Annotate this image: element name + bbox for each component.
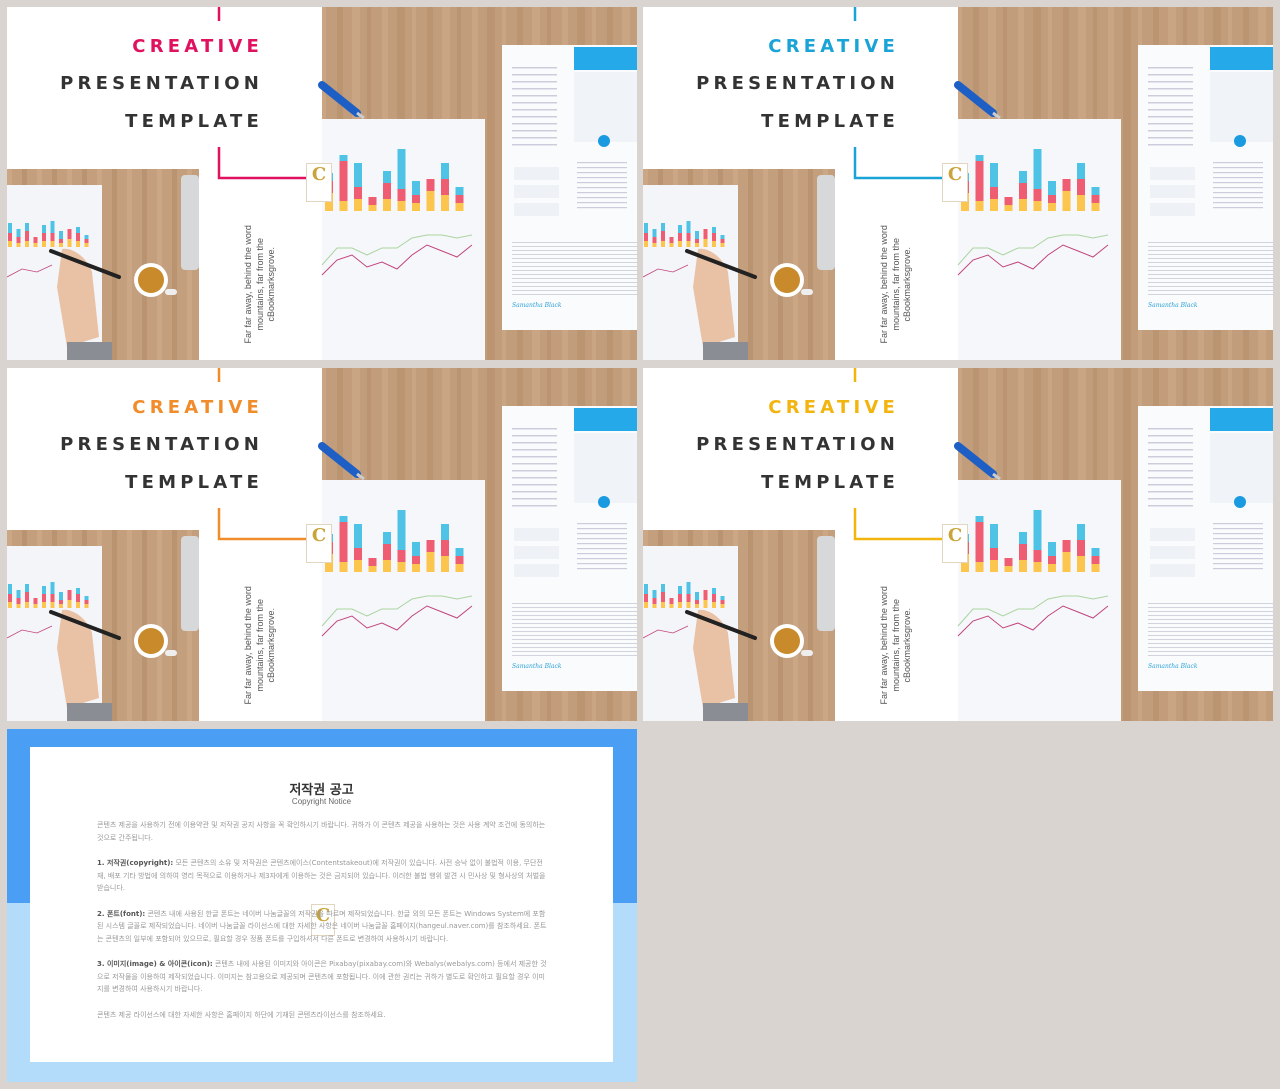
side-caption: Far far away, behind the word mountains,…	[878, 225, 912, 344]
side-caption: Far far away, behind the word mountains,…	[878, 586, 912, 705]
svg-text:Samantha Black: Samantha Black	[1148, 302, 1198, 309]
svg-text:Samantha Black: Samantha Black	[512, 663, 562, 670]
svg-text:Samantha Black: Samantha Black	[512, 302, 562, 309]
copyright-footer: 콘텐츠 제공 라이선스에 대한 자세한 사항은 홈페이지 하단에 기재된 콘텐츠…	[97, 1010, 386, 1019]
copyright-intro: 콘텐츠 제공을 사용하기 전에 이용약관 및 저작권 공지 사항을 꼭 확인하시…	[97, 821, 546, 842]
title-creative: CREATIVE	[132, 397, 263, 418]
title-presentation: PRESENTATION	[60, 434, 263, 455]
slide-thumbnail-4[interactable]: Samantha Black CREATIVE PRESENTATION TEMPLA…	[643, 368, 1273, 721]
copyright-item: 3. 이미지(image) & 아이콘(icon): 콘텐츠 내에 사용된 이미…	[97, 960, 547, 993]
title-creative: CREATIVE	[132, 36, 263, 57]
title-template: TEMPLATE	[761, 111, 899, 132]
brand-logo: C	[306, 163, 332, 202]
title-template: TEMPLATE	[761, 472, 899, 493]
brand-logo: C	[942, 524, 968, 563]
slide-thumbnail-copyright[interactable]: 저작권 공고 Copyright Notice C 콘텐츠 제공을 사용하기 전…	[7, 729, 637, 1082]
slide-thumbnail-1[interactable]: Samantha Black CREATIVE PRESENTATION TEMPLA…	[7, 7, 637, 360]
title-presentation: PRESENTATION	[60, 73, 263, 94]
accent-line	[217, 508, 307, 541]
accent-line	[853, 508, 943, 541]
side-caption: Far far away, behind the word mountains,…	[242, 225, 276, 344]
accent-line	[217, 147, 307, 180]
title-template: TEMPLATE	[125, 111, 263, 132]
title-template: TEMPLATE	[125, 472, 263, 493]
copyright-item: 1. 저작권(copyright): 모든 콘텐츠의 소유 및 저작권은 콘텐츠…	[97, 859, 546, 892]
copyright-card: 저작권 공고 Copyright Notice C 콘텐츠 제공을 사용하기 전…	[30, 747, 613, 1062]
brand-logo: C	[306, 524, 332, 563]
accent-line	[853, 147, 943, 180]
slide-thumbnail-3[interactable]: Samantha Black CREATIVE PRESENTATION TEMPLA…	[7, 368, 637, 721]
brand-logo: C	[942, 163, 968, 202]
svg-text:Samantha Black: Samantha Black	[1148, 663, 1198, 670]
title-creative: CREATIVE	[768, 397, 899, 418]
copyright-title: 저작권 공고	[289, 783, 354, 798]
copyright-item: 2. 폰트(font): 콘텐츠 내에 사용된 한글 폰트는 네이버 나눔글꼴의…	[97, 909, 547, 943]
title-presentation: PRESENTATION	[696, 73, 899, 94]
copyright-subtitle: Copyright Notice	[291, 797, 352, 806]
title-creative: CREATIVE	[768, 36, 899, 57]
copyright-body: 콘텐츠 제공을 사용하기 전에 이용약관 및 저작권 공지 사항을 꼭 확인하시…	[97, 819, 547, 1034]
side-caption: Far far away, behind the word mountains,…	[242, 586, 276, 705]
title-presentation: PRESENTATION	[696, 434, 899, 455]
slide-thumbnail-2[interactable]: Samantha Black CREATIVE PRESENTATION TEMPLA…	[643, 7, 1273, 360]
